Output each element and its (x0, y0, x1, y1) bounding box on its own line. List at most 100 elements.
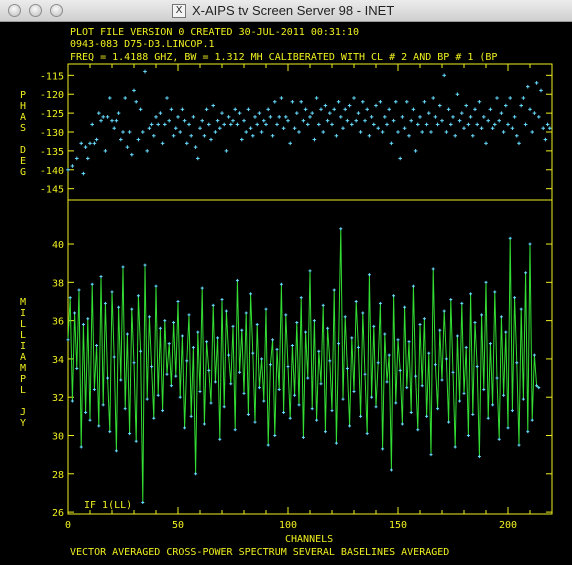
xaips-window: X X-AIPS tv Screen Server 98 - INET PLOT… (0, 0, 572, 561)
amp-point (422, 317, 426, 321)
phase-point (506, 122, 510, 127)
phase-point (482, 115, 486, 119)
amp-point (209, 401, 213, 405)
phase-point (297, 130, 301, 134)
amp-point (68, 296, 72, 300)
minimize-button[interactable] (29, 4, 42, 17)
phase-point (268, 115, 273, 119)
phase-point (152, 133, 156, 138)
phase-point (363, 118, 367, 123)
amp-point (398, 368, 402, 372)
amp-point (251, 351, 255, 355)
phase-point (185, 141, 189, 146)
amp-point (194, 472, 198, 476)
phase-point (191, 115, 196, 119)
amp-point (147, 315, 151, 319)
phase-point (171, 133, 176, 138)
phase-point (356, 111, 361, 115)
amp-point (130, 307, 134, 311)
phase-point (134, 99, 138, 104)
phase-ytick-label: -120 (40, 90, 64, 101)
phase-point (147, 126, 152, 131)
phase-point (334, 133, 339, 138)
amp-point (310, 407, 314, 411)
amp-point (242, 391, 246, 395)
phase-point (119, 137, 123, 142)
amp-point (449, 298, 453, 302)
phase-point (207, 122, 211, 127)
phase-point (176, 115, 180, 119)
phase-point (440, 118, 444, 123)
phase-point (380, 130, 385, 134)
amp-xtick-label: 50 (172, 520, 184, 531)
amp-point (167, 342, 171, 346)
amp-point (119, 378, 123, 382)
amp-point (411, 284, 415, 288)
phase-point (301, 118, 306, 123)
header-line-2: 0943-083 D75-D3.LINCOP.1 (70, 39, 215, 50)
phase-point (497, 118, 501, 123)
amp-point (132, 361, 136, 365)
phase-point (244, 130, 248, 134)
phase-point (314, 96, 319, 100)
phase-point (127, 130, 132, 134)
phase-point (81, 171, 86, 176)
phase-point (246, 107, 251, 112)
zoom-button[interactable] (50, 4, 63, 17)
phase-point (178, 130, 182, 134)
phase-point (279, 96, 284, 100)
amp-point (246, 412, 250, 416)
phase-point (229, 122, 233, 127)
amp-point (125, 332, 129, 336)
amp-point (337, 342, 341, 346)
amp-point (139, 349, 143, 353)
phase-point (105, 115, 110, 119)
amp-ytick-label: 30 (52, 432, 64, 443)
phase-point (240, 137, 244, 142)
amp-point (372, 324, 376, 328)
phase-point (413, 149, 418, 153)
phase-point (350, 122, 354, 127)
phase-point (508, 96, 512, 100)
phase-point (420, 130, 424, 134)
amp-point (359, 414, 363, 418)
amp-point (451, 370, 455, 374)
phase-ytick-label: -140 (40, 166, 64, 177)
amp-point (202, 422, 206, 426)
phase-ytick-label: -130 (40, 128, 64, 139)
amp-point (295, 321, 299, 325)
amp-ytick-label: 28 (52, 470, 64, 481)
amp-point (293, 393, 297, 397)
phase-point (218, 126, 222, 131)
close-button[interactable] (8, 4, 21, 17)
amp-point (429, 453, 433, 457)
amp-point (530, 418, 534, 422)
phase-ylabel: PHAS DEG (20, 90, 26, 178)
phase-point (220, 111, 224, 115)
amp-point (185, 359, 189, 363)
amp-point (328, 359, 332, 363)
phase-point (543, 137, 548, 142)
phase-point (341, 126, 345, 131)
phase-point (515, 133, 519, 138)
amp-point (414, 374, 418, 378)
amp-point (145, 397, 149, 401)
amp-point (387, 353, 391, 357)
amp-point (180, 334, 184, 338)
phase-point (284, 115, 288, 119)
amp-point (469, 292, 473, 296)
phase-point (477, 99, 482, 104)
phase-point (323, 103, 328, 108)
phase-point (121, 130, 125, 134)
phase-point (466, 122, 471, 127)
phase-point (354, 118, 358, 123)
phase-point (288, 141, 292, 146)
amp-point (150, 365, 154, 369)
phase-point (328, 111, 332, 115)
phase-point (114, 118, 119, 123)
phase-point (196, 156, 200, 161)
phase-point (411, 107, 416, 112)
phase-point (248, 126, 253, 131)
phase-point (86, 156, 90, 161)
amp-point (484, 280, 488, 284)
